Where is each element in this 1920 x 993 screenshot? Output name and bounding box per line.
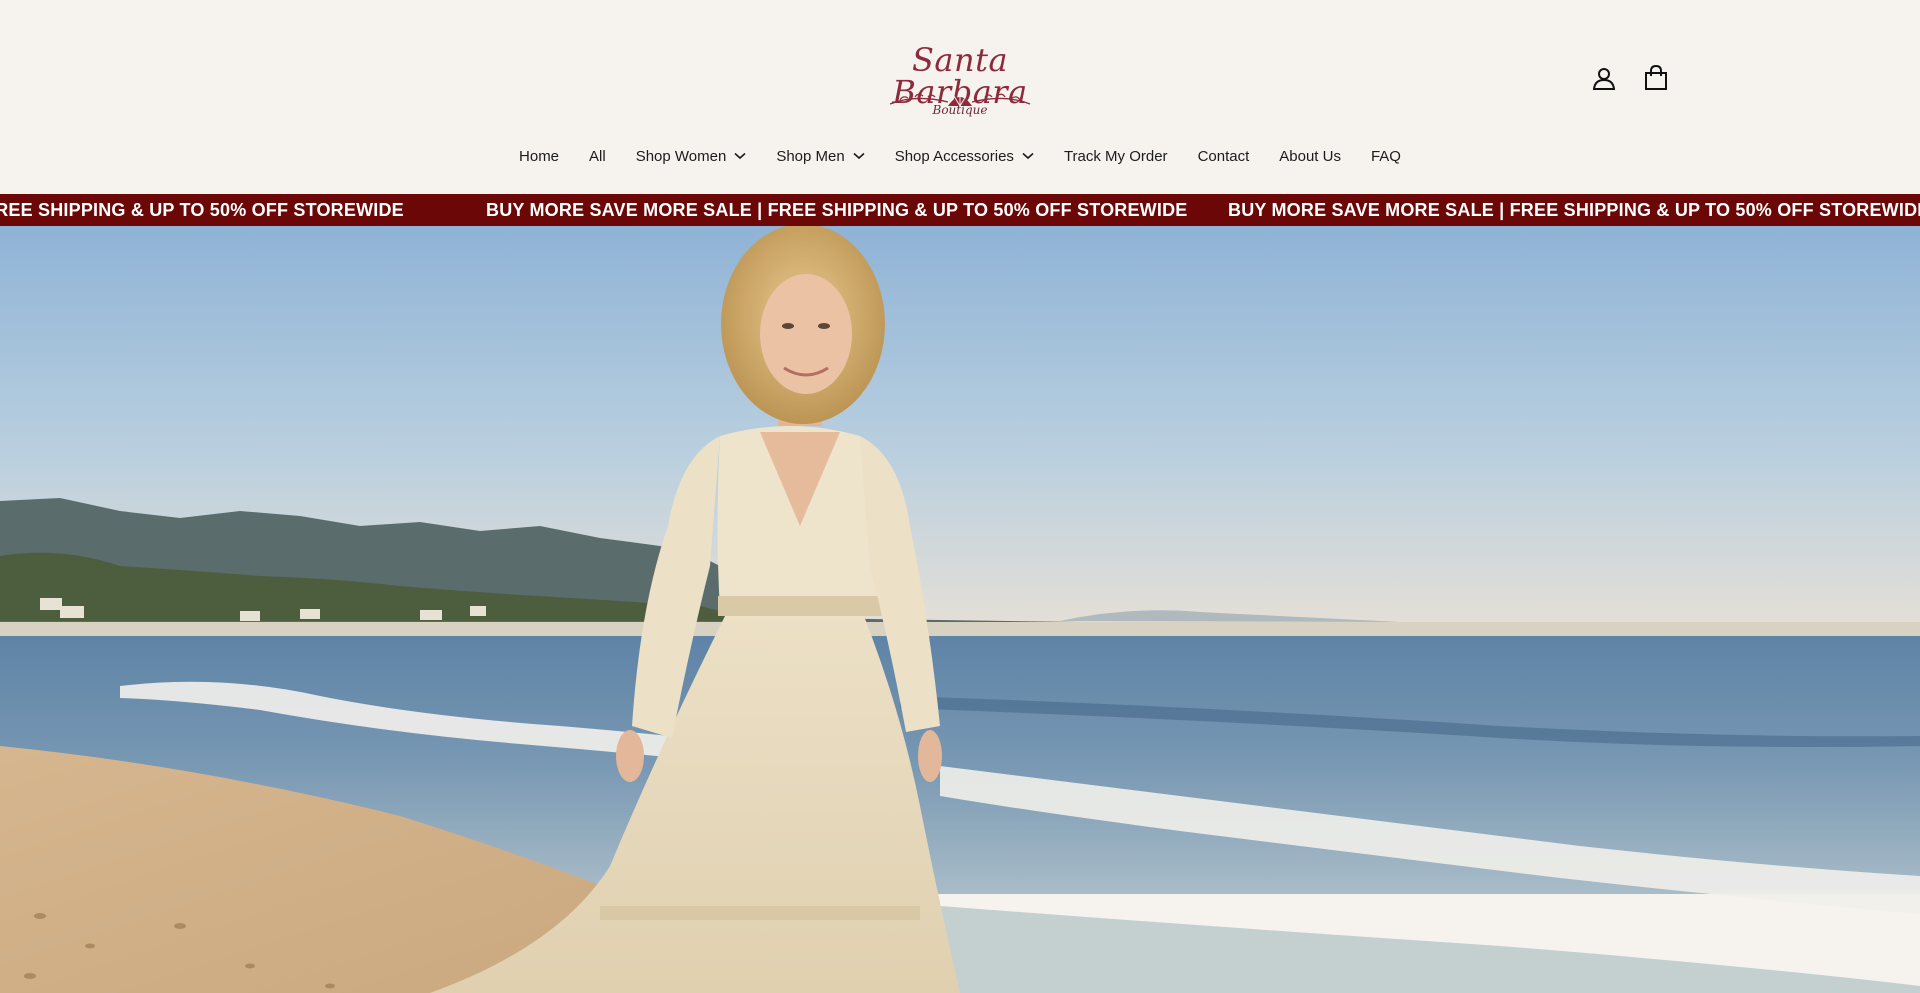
nav-item-label: All — [589, 147, 606, 165]
account-icon — [1592, 68, 1616, 90]
nav-item-label: Shop Men — [776, 147, 845, 165]
nav-item-label: Shop Accessories — [894, 147, 1014, 165]
nav-item-shop-women[interactable]: Shop Women — [621, 148, 762, 165]
cart-icon — [1645, 65, 1667, 90]
nav-item-label: Contact — [1197, 147, 1250, 165]
nav-item-home[interactable]: Home — [504, 148, 574, 165]
nav-item-shop-men[interactable]: Shop Men — [761, 148, 879, 165]
chevron-down-icon — [853, 152, 865, 160]
hero-banner[interactable] — [0, 226, 1920, 993]
nav-item-track-my-order[interactable]: Track My Order — [1049, 148, 1183, 165]
nav-item-label: Track My Order — [1063, 147, 1168, 165]
site-header: Santa Barbara Boutique Home All Shop Wom… — [0, 0, 1920, 194]
nav-item-label: About Us — [1279, 147, 1341, 165]
nav-item-shop-accessories[interactable]: Shop Accessories — [880, 148, 1049, 165]
seashell-icon — [889, 93, 1031, 107]
main-navigation: Home All Shop Women Shop Men Shop Access… — [0, 144, 1920, 168]
nav-item-label: Home — [519, 147, 560, 165]
nav-item-all[interactable]: All — [574, 148, 621, 165]
nav-item-faq[interactable]: FAQ — [1356, 148, 1416, 165]
announcement-text: BUY MORE SAVE MORE SALE | FREE SHIPPING … — [486, 200, 1188, 220]
nav-item-label: FAQ — [1370, 147, 1401, 165]
announcement-text: FREE SHIPPING & UP TO 50% OFF STOREWIDE — [0, 200, 404, 220]
chevron-down-icon — [734, 152, 746, 160]
nav-item-label: Shop Women — [635, 147, 727, 165]
site-logo[interactable]: Santa Barbara Boutique — [870, 44, 1050, 116]
chevron-down-icon — [1022, 152, 1034, 160]
cart-button[interactable] — [1640, 62, 1672, 94]
announcement-text: BUY MORE SAVE MORE SALE | FREE SHIPPING … — [1228, 200, 1920, 220]
announcement-bar: FREE SHIPPING & UP TO 50% OFF STOREWIDE … — [0, 194, 1920, 226]
nav-item-about-us[interactable]: About Us — [1264, 148, 1356, 165]
header-actions — [1588, 62, 1668, 94]
hero-image — [0, 226, 1920, 993]
account-button[interactable] — [1588, 62, 1620, 94]
nav-item-contact[interactable]: Contact — [1183, 148, 1265, 165]
